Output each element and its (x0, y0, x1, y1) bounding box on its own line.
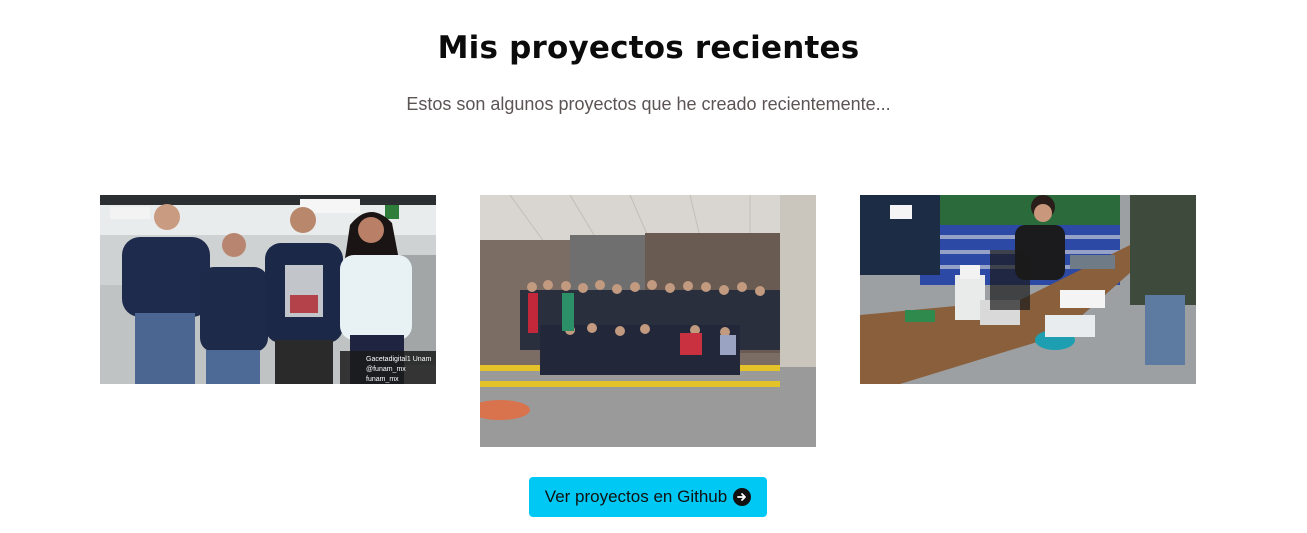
projects-section: Mis proyectos recientes Estos son alguno… (0, 0, 1307, 533)
watermark-handle-1: Gacetadigital1 Unam (366, 356, 432, 363)
section-title: Mis proyectos recientes (437, 30, 860, 66)
view-github-projects-button[interactable]: Ver proyectos en Github (529, 477, 767, 517)
project-image-team-robot[interactable]: Gacetadigital1 Unam @funam_mx funam_mx (100, 195, 436, 384)
watermark-handle-3: funam_mx (366, 376, 399, 383)
arrow-right-circle-icon (733, 488, 752, 506)
watermark-handle-2: @funam_mx (366, 366, 406, 373)
section-subtitle: Estos son algunos proyectos que he cread… (406, 94, 891, 114)
project-image-robots-table[interactable] (860, 195, 1196, 384)
view-github-projects-label: Ver proyectos en Github (544, 487, 728, 506)
project-image-group-photo[interactable] (480, 195, 816, 447)
